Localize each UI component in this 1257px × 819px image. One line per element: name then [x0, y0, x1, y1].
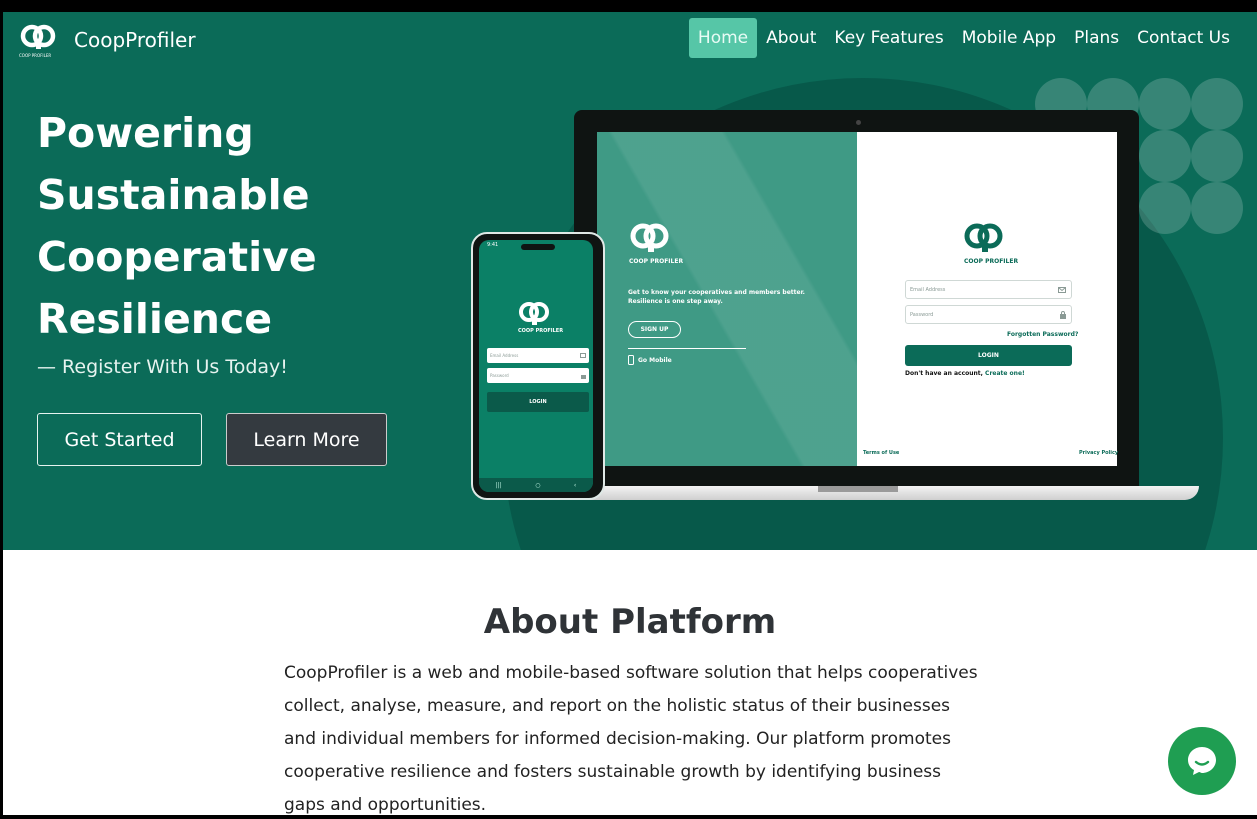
- password-placeholder: Password: [490, 373, 509, 378]
- create-account-text: Don't have an account, Create one!: [905, 370, 1025, 377]
- brand-name[interactable]: CoopProfiler: [74, 28, 196, 52]
- recent-apps-icon: |||: [495, 481, 502, 489]
- laptop-signup-button: SIGN UP: [628, 321, 681, 338]
- laptop-email-field: Email Address: [905, 280, 1072, 299]
- hero-headline: Powering Sustainable Cooperative Resilie…: [37, 102, 457, 350]
- go-mobile-link: Go Mobile: [628, 355, 672, 365]
- phone-brand: COOP PROFILER: [518, 328, 564, 334]
- decorative-dot: [1191, 182, 1243, 234]
- nav-about[interactable]: About: [757, 18, 825, 58]
- email-placeholder: Email Address: [910, 286, 946, 293]
- home-icon: ○: [535, 481, 541, 489]
- nav-mobile-app[interactable]: Mobile App: [953, 18, 1065, 58]
- learn-more-button[interactable]: Learn More: [226, 413, 387, 466]
- nav-home[interactable]: Home: [688, 18, 758, 58]
- privacy-link: Privacy Policy: [1079, 450, 1119, 456]
- decorative-dot: [1191, 78, 1243, 130]
- lock-icon: [1060, 310, 1066, 319]
- mail-icon: [580, 353, 586, 358]
- terms-link: Terms of Use: [863, 450, 900, 456]
- headline-line: Cooperative: [37, 233, 317, 281]
- decorative-dot: [1139, 78, 1191, 130]
- nav-key-features[interactable]: Key Features: [825, 18, 952, 58]
- lock-icon: [581, 374, 586, 379]
- nav-plans[interactable]: Plans: [1065, 18, 1128, 58]
- coop-logo-icon[interactable]: COOP PROFILER: [19, 21, 59, 65]
- chat-bubble-icon: [1188, 747, 1216, 775]
- about-title: About Platform: [483, 602, 777, 642]
- laptop-left-brand: COOP PROFILER: [629, 258, 684, 265]
- mobile-phone-icon: [628, 355, 634, 365]
- mail-icon: [1058, 286, 1066, 293]
- password-placeholder: Password: [910, 311, 934, 318]
- phone-screen: [479, 240, 593, 492]
- laptop-login-button: LOGIN: [905, 345, 1072, 366]
- forgot-password-link: Forgotten Password?: [1007, 331, 1079, 338]
- create-account-link: Create one!: [985, 370, 1025, 377]
- logo-caption: COOP PROFILER: [19, 53, 51, 58]
- headline-line: Powering: [37, 109, 254, 157]
- go-mobile-label: Go Mobile: [638, 356, 672, 364]
- divider: [628, 348, 746, 349]
- about-body: CoopProfiler is a web and mobile-based s…: [284, 663, 978, 815]
- decorative-dot: [1139, 182, 1191, 234]
- phone-login-button: LOGIN: [487, 392, 589, 412]
- phone-navbar: ||| ○ ‹: [479, 478, 593, 492]
- nav-contact-us[interactable]: Contact Us: [1128, 18, 1239, 58]
- main-nav: Home About Key Features Mobile App Plans…: [688, 18, 1239, 58]
- page: COOP PROFILER CoopProfiler Home About Ke…: [3, 12, 1257, 815]
- get-started-button[interactable]: Get Started: [37, 413, 202, 466]
- laptop-tagline: Get to know your cooperatives and member…: [628, 289, 805, 305]
- headline-line: Sustainable: [37, 171, 310, 219]
- laptop-camera: [856, 120, 861, 125]
- laptop-notch: [818, 486, 898, 492]
- laptop-password-field: Password: [905, 305, 1072, 324]
- coop-logo-icon: [519, 302, 549, 325]
- phone-password-field: Password: [487, 368, 589, 383]
- email-placeholder: Email Address: [490, 353, 519, 358]
- decorative-dot: [1191, 130, 1243, 182]
- laptop-right-brand: COOP PROFILER: [964, 258, 1019, 265]
- chat-button[interactable]: [1168, 727, 1236, 795]
- headline-line: Resilience: [37, 295, 273, 343]
- hero-subline: — Register With Us Today!: [37, 356, 288, 378]
- laptop-screen-right: [857, 132, 1117, 466]
- phone-notch: [521, 244, 555, 250]
- phone-time: 9:41: [487, 242, 499, 248]
- no-account-label: Don't have an account,: [905, 370, 983, 377]
- coop-logo-icon: [630, 223, 669, 252]
- decorative-dot: [1139, 130, 1191, 182]
- back-icon: ‹: [573, 481, 577, 489]
- phone-email-field: Email Address: [487, 348, 589, 363]
- coop-logo-icon: [964, 223, 1003, 252]
